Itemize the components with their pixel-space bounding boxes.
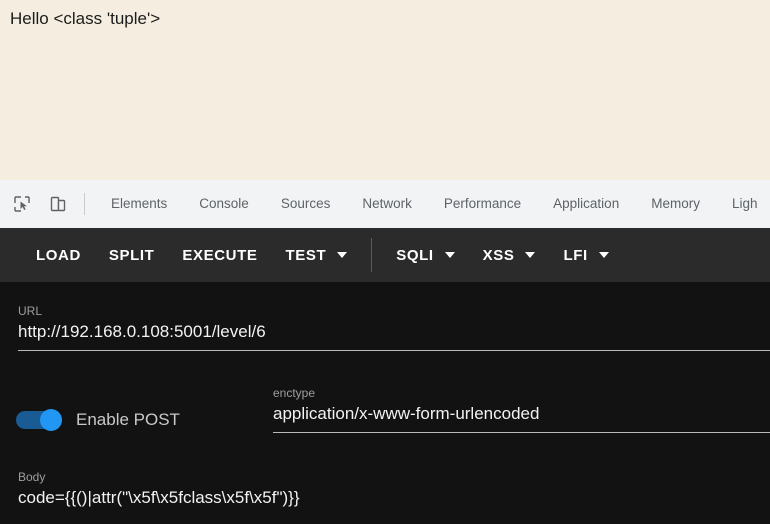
switch-knob bbox=[40, 409, 62, 431]
tab-performance[interactable]: Performance bbox=[428, 180, 537, 228]
device-toolbar-icon[interactable] bbox=[44, 190, 72, 218]
split-button-label: SPLIT bbox=[108, 246, 155, 264]
body-field-group: Body code={{()|attr("\x5f\x5fclass\x5f\x… bbox=[18, 470, 770, 510]
url-field-group: URL http://192.168.0.108:5001/level/6 bbox=[18, 304, 770, 351]
sqli-dropdown-label: SQLI bbox=[396, 246, 434, 264]
tab-network[interactable]: Network bbox=[346, 180, 428, 228]
request-form-panel: URL http://192.168.0.108:5001/level/6 En… bbox=[0, 282, 770, 524]
load-button-label: LOAD bbox=[36, 246, 81, 264]
execute-button-label: EXECUTE bbox=[182, 246, 258, 264]
test-dropdown[interactable]: TEST bbox=[271, 228, 361, 282]
tab-lighthouse[interactable]: Ligh bbox=[716, 180, 770, 228]
browser-page-viewport: Hello <class 'tuple'> bbox=[0, 0, 770, 180]
tab-application[interactable]: Application bbox=[537, 180, 635, 228]
enable-post-toggle-row[interactable]: Enable POST bbox=[16, 409, 180, 431]
test-dropdown-label: TEST bbox=[285, 246, 327, 264]
toolbar-divider bbox=[371, 238, 373, 272]
enable-post-label: Enable POST bbox=[76, 410, 180, 429]
sqli-dropdown[interactable]: SQLI bbox=[382, 228, 468, 282]
tab-elements[interactable]: Elements bbox=[95, 180, 183, 228]
xss-dropdown[interactable]: XSS bbox=[469, 228, 550, 282]
execute-button[interactable]: EXECUTE bbox=[168, 228, 271, 282]
xss-dropdown-label: XSS bbox=[482, 246, 515, 264]
enctype-field-group: enctype application/x-www-form-urlencode… bbox=[273, 386, 770, 433]
tab-memory[interactable]: Memory bbox=[635, 180, 716, 228]
devtools-tab-bar: Elements Console Sources Network Perform… bbox=[0, 180, 770, 228]
enctype-input[interactable]: application/x-www-form-urlencoded bbox=[273, 402, 770, 426]
app-action-toolbar: LOAD SPLIT EXECUTE TEST SQLI XSS LFI bbox=[0, 228, 770, 282]
enable-post-switch[interactable] bbox=[16, 409, 64, 431]
body-field-label: Body bbox=[18, 470, 46, 484]
enctype-field-label: enctype bbox=[273, 386, 316, 400]
page-response-text: Hello <class 'tuple'> bbox=[10, 9, 161, 28]
load-button[interactable]: LOAD bbox=[22, 228, 95, 282]
url-field-underline bbox=[18, 350, 770, 351]
tab-console[interactable]: Console bbox=[183, 180, 265, 228]
url-field-label: URL bbox=[18, 304, 43, 318]
inspect-element-icon[interactable] bbox=[8, 190, 36, 218]
chevron-down-icon bbox=[525, 252, 536, 258]
chevron-down-icon bbox=[337, 252, 348, 258]
chevron-down-icon bbox=[598, 252, 609, 258]
devtools-tab-list: Elements Console Sources Network Perform… bbox=[95, 180, 770, 228]
split-button[interactable]: SPLIT bbox=[95, 228, 169, 282]
chevron-down-icon bbox=[444, 252, 455, 258]
devtools-icon-divider bbox=[84, 193, 85, 215]
url-input[interactable]: http://192.168.0.108:5001/level/6 bbox=[18, 320, 770, 344]
lfi-dropdown-label: LFI bbox=[563, 246, 588, 264]
tab-sources[interactable]: Sources bbox=[265, 180, 347, 228]
lfi-dropdown[interactable]: LFI bbox=[549, 228, 622, 282]
body-input[interactable]: code={{()|attr("\x5f\x5fclass\x5f\x5f")}… bbox=[18, 486, 770, 510]
enctype-field-underline bbox=[273, 432, 770, 433]
